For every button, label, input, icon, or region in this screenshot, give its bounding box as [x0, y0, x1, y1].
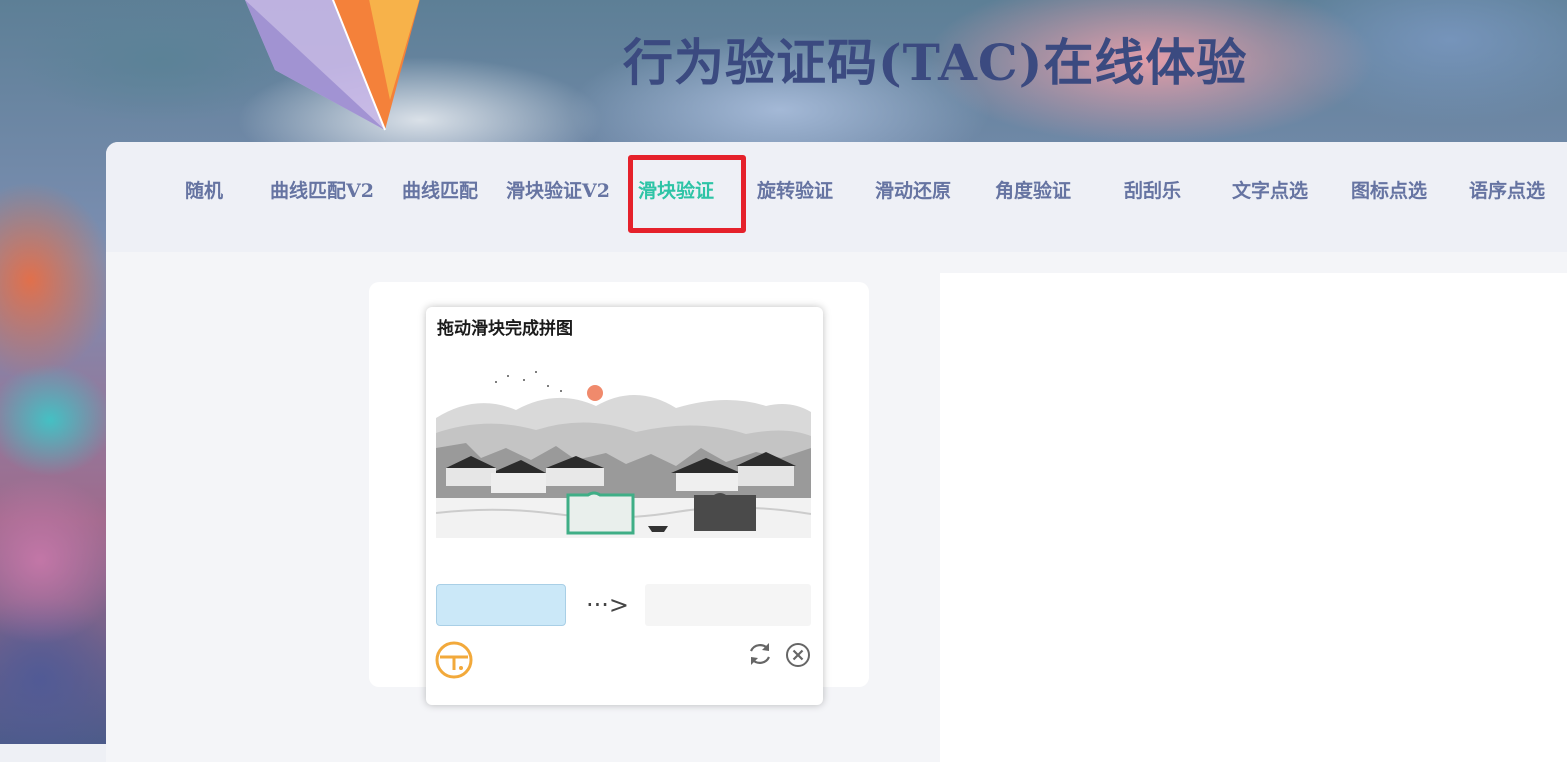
- nav-item-slider-v2[interactable]: 滑块验证V2: [506, 178, 610, 204]
- nav-item-angle[interactable]: 角度验证: [995, 178, 1071, 204]
- captcha-title: 拖动滑块完成拼图: [437, 319, 573, 339]
- captcha-puzzle-image: [436, 348, 811, 573]
- nav-item-text-click[interactable]: 文字点选: [1232, 178, 1308, 204]
- active-tab-highlight: [628, 155, 746, 233]
- nav-item-word-order[interactable]: 语序点选: [1469, 178, 1545, 204]
- main-panel: 随机 曲线匹配V2 曲线匹配 滑块验证V2 滑块验证 旋转验证 滑动还原 角度验…: [106, 142, 1567, 762]
- ink-landscape-image: [436, 348, 811, 573]
- nav-item-curve-match-v2[interactable]: 曲线匹配V2: [270, 178, 374, 204]
- kite-illustration: [245, 0, 420, 131]
- page-title: 行为验证码(TAC)在线体验: [623, 33, 1248, 92]
- nav-item-slide-restore[interactable]: 滑动还原: [875, 178, 951, 204]
- nav-item-rotate[interactable]: 旋转验证: [757, 178, 833, 204]
- slider-track[interactable]: ···>: [436, 584, 811, 626]
- slider-captcha-dialog: 拖动滑块完成拼图 ···>: [426, 307, 823, 705]
- tac-logo-icon: [435, 641, 473, 679]
- nav-item-random[interactable]: 随机: [185, 178, 223, 204]
- nav-item-scratch[interactable]: 刮刮乐: [1124, 178, 1181, 204]
- nav-item-icon-click[interactable]: 图标点选: [1351, 178, 1427, 204]
- refresh-icon[interactable]: [746, 640, 774, 668]
- result-panel: [940, 273, 1567, 762]
- slider-progress[interactable]: [436, 584, 566, 626]
- slider-remaining-track: [645, 584, 811, 626]
- slide-hint-arrow: ···>: [586, 591, 629, 619]
- captcha-type-nav: 随机 曲线匹配V2 曲线匹配 滑块验证V2 滑块验证 旋转验证 滑动还原 角度验…: [106, 142, 1567, 252]
- nav-item-curve-match[interactable]: 曲线匹配: [402, 178, 478, 204]
- close-icon[interactable]: [784, 641, 812, 669]
